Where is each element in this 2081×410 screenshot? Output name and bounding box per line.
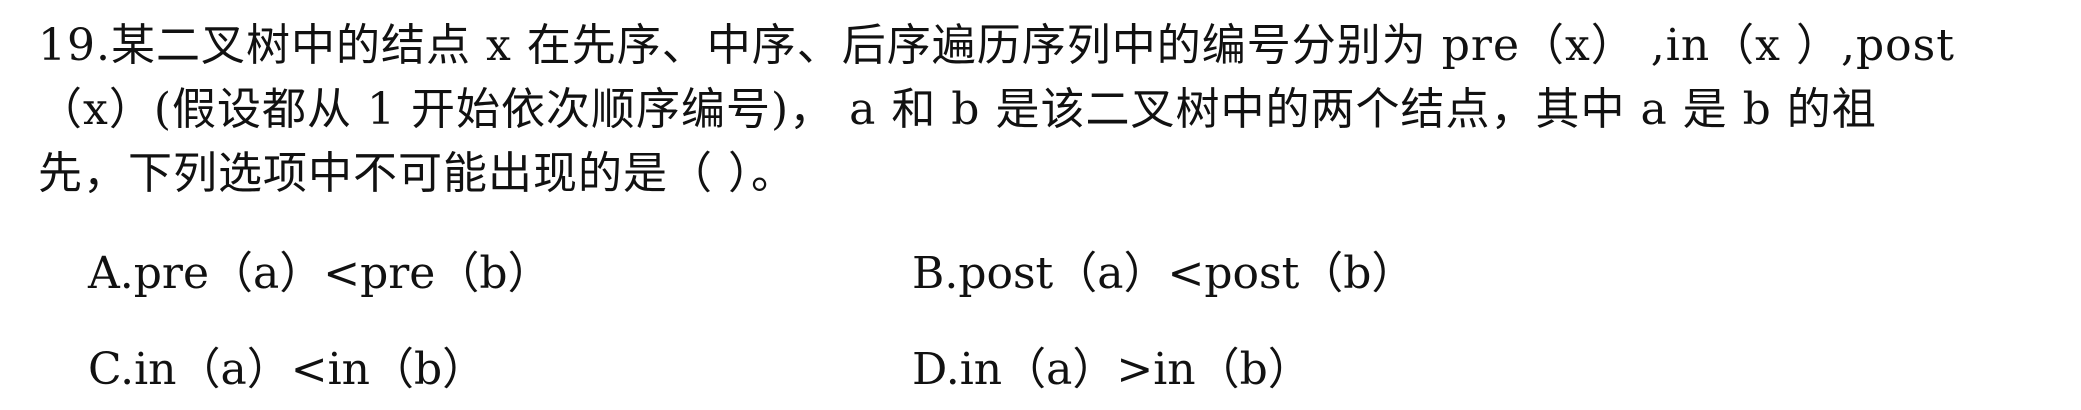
question-stem: 19.某二叉树中的结点 x 在先序、中序、后序遍历序列中的编号分别为 pre（x… xyxy=(38,14,2048,206)
option-d: D.in（a）>in（b） xyxy=(912,344,1312,395)
option-b: B.post（a）<post（b） xyxy=(912,248,1416,299)
question-line-1: 19.某二叉树中的结点 x 在先序、中序、后序遍历序列中的编号分别为 pre（x… xyxy=(38,20,1955,71)
option-c: C.in（a）<in（b） xyxy=(88,344,487,395)
question-line-3: 先，下列选项中不可能出现的是（ ）。 xyxy=(38,148,796,199)
question-line-2: （x）(假设都从 1 开始依次顺序编号)， a 和 b 是该二叉树中的两个结点，… xyxy=(38,84,1877,135)
option-a: A.pre（a）<pre（b） xyxy=(88,248,552,299)
